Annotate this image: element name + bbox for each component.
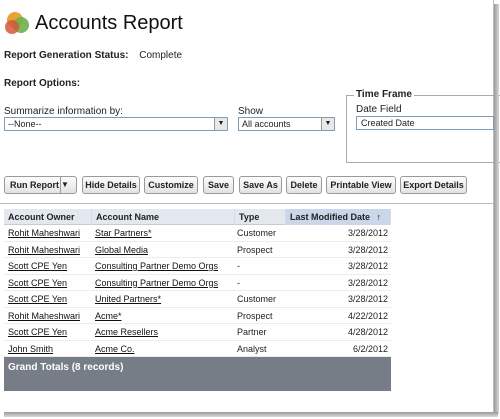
report-status: Report Generation Status: Complete: [4, 50, 182, 61]
window-shadow: [494, 4, 499, 414]
account-owner-link[interactable]: Scott CPE Yen: [8, 258, 67, 274]
show-label: Show: [238, 106, 264, 117]
account-name-link[interactable]: Acme*: [95, 308, 122, 324]
table-header: Account Owner Account Name Type Last Mod…: [4, 209, 391, 225]
grand-totals-row: Grand Totals (8 records): [4, 357, 391, 391]
page-header: Accounts Report: [4, 8, 183, 38]
account-owner-link[interactable]: Rohit Maheshwari: [8, 308, 80, 324]
report-window: Accounts Report Report Generation Status…: [0, 0, 500, 412]
column-header-account-owner[interactable]: Account Owner: [4, 209, 92, 225]
table-row: Scott CPE Yen Consulting Partner Demo Or…: [4, 258, 391, 275]
account-owner-link[interactable]: Scott CPE Yen: [8, 291, 67, 307]
account-owner-link[interactable]: Rohit Maheshwari: [8, 225, 80, 241]
account-type: Customer: [237, 294, 277, 304]
account-owner-link[interactable]: John Smith: [8, 341, 53, 357]
account-type: -: [237, 261, 240, 271]
summarize-label: Summarize information by:: [4, 106, 123, 117]
export-details-button[interactable]: Export Details: [400, 176, 467, 194]
table-row: Rohit Maheshwari Star Partners* Customer…: [4, 225, 391, 242]
run-report-label: Run Report: [10, 180, 59, 190]
page-title: Accounts Report: [35, 11, 183, 34]
dropdown-arrow-icon[interactable]: ▼: [60, 177, 76, 193]
account-type: Analyst: [237, 343, 267, 354]
report-logo-icon: [4, 10, 30, 36]
account-type: Prospect: [237, 310, 273, 321]
printable-view-button[interactable]: Printable View: [326, 176, 396, 194]
sort-ascending-icon: ↑: [376, 212, 382, 222]
last-modified-date: 4/28/2012: [347, 327, 388, 337]
account-type: Partner: [237, 327, 267, 337]
status-value: Complete: [139, 50, 183, 61]
last-modified-date: 3/28/2012: [347, 244, 388, 255]
table-row: Scott CPE Yen United Partners* Customer …: [4, 291, 391, 308]
table-row: Scott CPE Yen Consulting Partner Demo Or…: [4, 275, 391, 291]
run-report-button[interactable]: Run Report ▼: [4, 176, 77, 194]
account-name-link[interactable]: Acme Resellers: [95, 324, 158, 340]
time-frame-legend: Time Frame: [354, 89, 414, 100]
account-type: Customer: [237, 228, 277, 238]
account-name-link[interactable]: Acme Co.: [95, 341, 135, 357]
last-modified-date: 4/22/2012: [347, 310, 388, 321]
table-row: Rohit Maheshwari Global Media Prospect 3…: [4, 242, 391, 258]
account-name-link[interactable]: Star Partners*: [95, 225, 152, 241]
column-header-type[interactable]: Type: [235, 209, 286, 225]
last-modified-date: 3/28/2012: [347, 261, 388, 271]
save-button[interactable]: Save: [203, 176, 234, 194]
account-owner-link[interactable]: Scott CPE Yen: [8, 324, 67, 340]
hide-details-button[interactable]: Hide Details: [82, 176, 140, 194]
last-modified-date: 6/2/2012: [352, 343, 388, 354]
last-modified-date: 3/28/2012: [347, 294, 388, 304]
customize-button[interactable]: Customize: [144, 176, 198, 194]
account-name-link[interactable]: Consulting Partner Demo Orgs: [95, 275, 218, 291]
save-as-button[interactable]: Save As: [239, 176, 282, 194]
table-row: John Smith Acme Co. Analyst 6/2/2012: [4, 341, 391, 357]
account-name-link[interactable]: United Partners*: [95, 291, 161, 307]
account-owner-link[interactable]: Scott CPE Yen: [8, 275, 67, 291]
column-header-account-name[interactable]: Account Name: [92, 209, 235, 225]
date-field-label: Date Field: [356, 104, 402, 115]
table-row: Rohit Maheshwari Acme* Prospect 4/22/201…: [4, 308, 391, 324]
divider: [0, 203, 494, 204]
window-shadow: [4, 412, 498, 417]
account-type: -: [237, 277, 240, 288]
last-modified-date: 3/28/2012: [347, 277, 388, 288]
show-select-value: All accounts: [242, 119, 291, 129]
summarize-select[interactable]: --None-- ▼: [4, 117, 228, 131]
column-header-last-modified-label: Last Modified Date: [290, 212, 371, 222]
report-table: Account Owner Account Name Type Last Mod…: [4, 209, 391, 391]
account-name-link[interactable]: Global Media: [95, 242, 148, 258]
account-owner-link[interactable]: Rohit Maheshwari: [8, 242, 80, 258]
show-select[interactable]: All accounts ▼: [238, 117, 335, 131]
chevron-down-icon[interactable]: ▼: [214, 118, 227, 130]
account-type: Prospect: [237, 244, 273, 255]
account-name-link[interactable]: Consulting Partner Demo Orgs: [95, 258, 218, 274]
summarize-select-value: --None--: [8, 119, 42, 129]
date-field-input[interactable]: Created Date: [356, 116, 494, 130]
chevron-down-icon[interactable]: ▼: [321, 118, 334, 130]
status-label: Report Generation Status:: [4, 50, 129, 61]
last-modified-date: 3/28/2012: [347, 228, 388, 238]
table-row: Scott CPE Yen Acme Resellers Partner 4/2…: [4, 324, 391, 341]
delete-button[interactable]: Delete: [286, 176, 322, 194]
column-header-last-modified[interactable]: Last Modified Date ↑: [286, 209, 391, 225]
report-options-label: Report Options:: [4, 78, 81, 89]
